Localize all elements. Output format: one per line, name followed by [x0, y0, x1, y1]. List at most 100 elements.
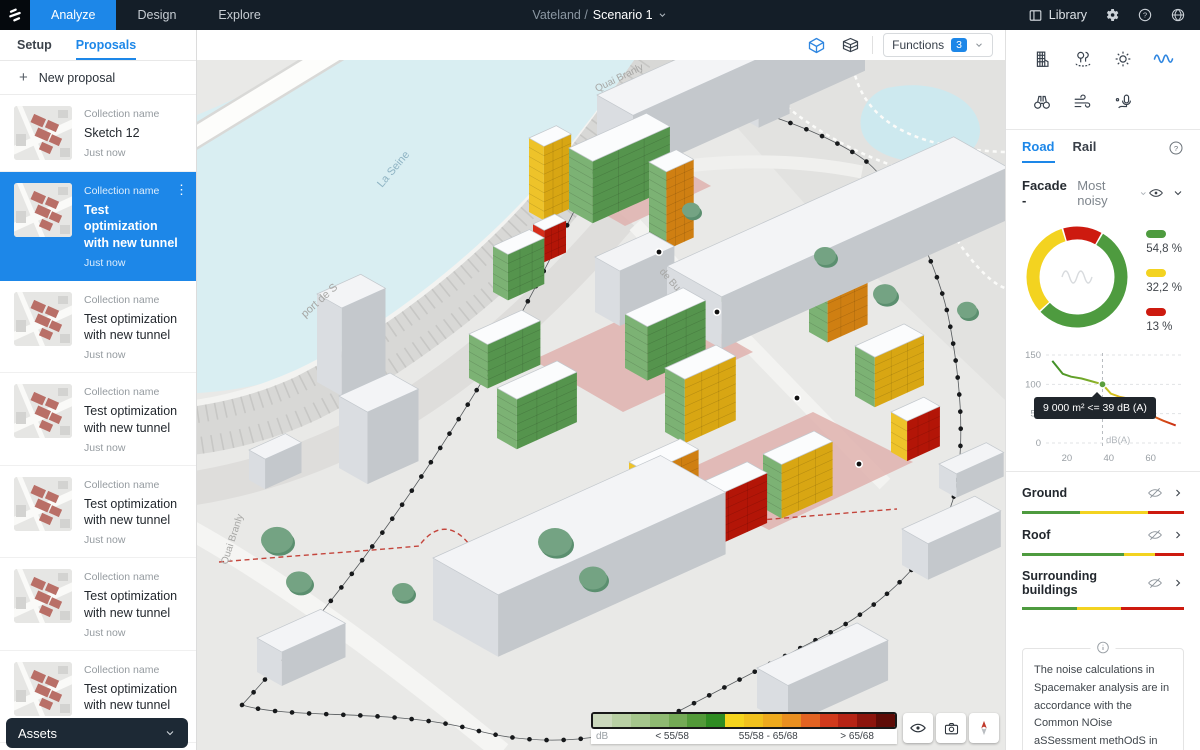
views-tool-button[interactable] — [1029, 89, 1055, 115]
proposal-time: Just now — [84, 349, 184, 361]
view-3d-button[interactable] — [804, 33, 828, 57]
section-noise-bar — [1022, 553, 1184, 556]
sun-tool-button[interactable] — [1110, 46, 1136, 72]
facade-title: Facade - — [1022, 178, 1072, 208]
legend-color-step — [763, 714, 782, 727]
legend-value: 54,8 % — [1146, 243, 1182, 255]
collapse-chevron-icon[interactable] — [1172, 187, 1184, 199]
legend-color-step — [593, 714, 612, 727]
legend-color-step — [782, 714, 801, 727]
screenshot-button[interactable] — [936, 713, 966, 743]
panel-help-button[interactable]: ? — [1168, 140, 1184, 156]
help-circle-icon: ? — [1168, 140, 1184, 156]
wind-icon — [1072, 91, 1094, 113]
donut-chart — [1022, 222, 1132, 332]
section-label: Ground — [1022, 486, 1067, 500]
noise-legend: dB < 55/58 55/58 - 65/68 > 65/68 — [591, 712, 897, 744]
chevron-right-icon[interactable] — [1172, 529, 1184, 541]
microphone-tool-button[interactable] — [1110, 89, 1136, 115]
compass-button[interactable] — [969, 713, 999, 743]
cube-icon — [806, 35, 827, 56]
map-3d-viewport[interactable]: La Seineport de SQuai BranlyQuai Branlyd… — [197, 60, 1005, 750]
proposal-thumbnail — [14, 106, 72, 160]
spacemaker-logo[interactable] — [0, 0, 30, 30]
legend-swatch — [1146, 308, 1166, 316]
tab-proposals[interactable]: Proposals — [76, 30, 136, 60]
legend-color-step — [838, 714, 857, 727]
proposal-collection: Collection name — [84, 479, 184, 491]
proposal-thumbnail — [14, 183, 72, 237]
proposal-collection: Collection name — [84, 185, 184, 197]
proposal-card[interactable]: Collection name Test optimization with n… — [0, 558, 196, 651]
breadcrumb-current: Scenario 1 — [593, 8, 653, 22]
proposal-card[interactable]: Collection name Test optimization with n… — [0, 281, 196, 374]
legend-color-step — [706, 714, 725, 727]
proposal-title: Test optimization with new tunnel — [84, 496, 184, 529]
proposal-card[interactable]: Collection name Test optimization with n… — [0, 373, 196, 466]
section-noise-bar — [1022, 511, 1184, 514]
breadcrumb[interactable]: Vateland / Scenario 1 — [532, 0, 667, 30]
park-tool-button[interactable] — [1070, 46, 1096, 72]
section-row[interactable]: Surrounding buildings — [1022, 556, 1184, 607]
info-card: The noise calculations in Spacemaker ana… — [1022, 648, 1184, 750]
legend-color-step — [725, 714, 744, 727]
visibility-button[interactable] — [903, 713, 933, 743]
svg-text:150: 150 — [1025, 350, 1041, 361]
nav-tab-analyze[interactable]: Analyze — [30, 0, 116, 30]
nav-tab-explore[interactable]: Explore — [197, 0, 281, 30]
map-toolbar: Functions 3 — [197, 30, 1005, 60]
legend-color-step — [857, 714, 876, 727]
noise-icon — [1152, 47, 1176, 71]
facade-donut-chart: 54,8 % 32,2 % 13 % — [1022, 222, 1184, 333]
proposal-time: Just now — [84, 257, 184, 269]
help-button[interactable]: ? — [1137, 7, 1153, 23]
view-layers-button[interactable] — [838, 33, 862, 57]
legend-color-step — [650, 714, 669, 727]
surface-sections: Ground Roof Surrounding buildings — [1022, 472, 1184, 610]
section-row[interactable]: Roof — [1022, 514, 1184, 553]
svg-text:?: ? — [1174, 144, 1178, 153]
proposal-time: Just now — [84, 147, 159, 159]
proposal-title: Test optimization with new tunnel — [84, 202, 184, 251]
proposal-time: Just now — [84, 534, 184, 546]
donut-legend-item: 54,8 % — [1146, 230, 1182, 255]
visibility-off-icon[interactable] — [1147, 485, 1163, 501]
donut-legend-item: 13 % — [1146, 308, 1182, 333]
language-button[interactable] — [1170, 7, 1186, 23]
toolbar-divider — [872, 36, 873, 54]
chevron-right-icon[interactable] — [1172, 577, 1184, 589]
kebab-menu-icon[interactable]: ⋮ — [175, 182, 188, 198]
visibility-off-icon[interactable] — [1147, 527, 1163, 543]
section-row[interactable]: Ground — [1022, 472, 1184, 511]
proposal-collection: Collection name — [84, 294, 184, 306]
buildings-tool-button[interactable] — [1029, 46, 1055, 72]
nav-tab-design[interactable]: Design — [116, 0, 197, 30]
proposal-card[interactable]: Collection name Test optimization with n… — [0, 466, 196, 559]
top-bar: AnalyzeDesignExplore Vateland / Scenario… — [0, 0, 1200, 30]
functions-dropdown[interactable]: Functions 3 — [883, 33, 993, 57]
tab-road[interactable]: Road — [1022, 139, 1055, 163]
tab-rail[interactable]: Rail — [1073, 139, 1097, 163]
settings-button[interactable] — [1104, 7, 1120, 23]
map-canvas[interactable]: La Seineport de SQuai BranlyQuai Branlyd… — [197, 60, 1005, 750]
chevron-right-icon[interactable] — [1172, 487, 1184, 499]
facade-mode-dropdown[interactable]: Most noisy — [1077, 178, 1148, 208]
visibility-off-icon[interactable] — [1147, 575, 1163, 591]
proposal-thumbnail — [14, 662, 72, 716]
svg-text:20: 20 — [1062, 453, 1073, 464]
sidebar-tabs: Setup Proposals — [0, 30, 196, 61]
globe-icon — [1170, 7, 1186, 23]
assets-bar[interactable]: Assets — [6, 718, 188, 748]
visibility-on-icon[interactable] — [1148, 185, 1164, 201]
wind-tool-button[interactable] — [1070, 89, 1096, 115]
proposal-card[interactable]: Collection name Sketch 12 Just now ⋮ — [0, 95, 196, 172]
proposal-card[interactable]: Collection name Test optimization with n… — [0, 172, 196, 281]
library-button[interactable]: Library — [1028, 8, 1087, 23]
proposal-time: Just now — [84, 442, 184, 454]
legend-color-step — [631, 714, 650, 727]
donut-legend-item: 32,2 % — [1146, 269, 1182, 294]
tab-setup[interactable]: Setup — [17, 30, 52, 60]
help-icon: ? — [1137, 7, 1153, 23]
new-proposal-button[interactable]: + New proposal — [0, 61, 196, 95]
noise-tool-button[interactable] — [1151, 46, 1177, 72]
